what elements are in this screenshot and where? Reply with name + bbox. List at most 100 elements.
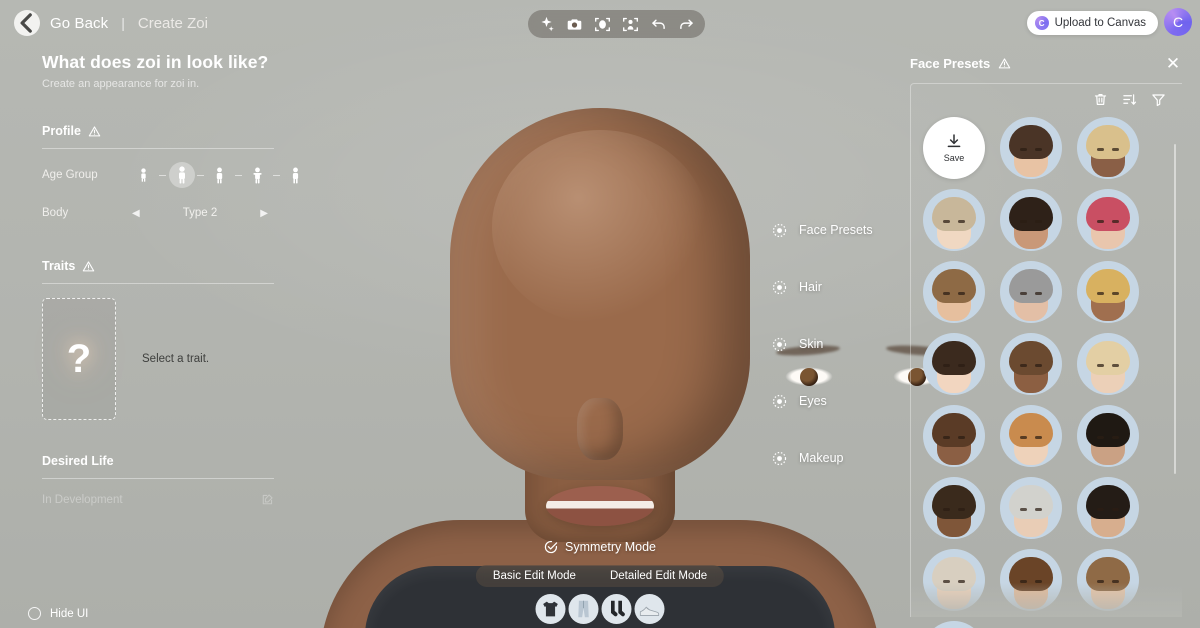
traits-divider xyxy=(42,283,274,284)
upload-to-canvas-button[interactable]: C Upload to Canvas xyxy=(1026,11,1158,35)
trash-icon[interactable] xyxy=(1093,92,1108,107)
face-preset-8[interactable] xyxy=(923,333,985,395)
face-preset-12[interactable] xyxy=(1000,405,1062,467)
face-preset-0[interactable] xyxy=(1000,117,1062,179)
preset-hair xyxy=(1009,557,1053,591)
preset-hair xyxy=(1009,341,1053,375)
edit-mode-tabs: Basic Edit Mode Detailed Edit Mode xyxy=(475,565,725,587)
preset-hair xyxy=(1086,197,1130,231)
desired-life-section: Desired Life In Development xyxy=(42,454,274,506)
face-presets-grid: Save xyxy=(923,117,1172,628)
filter-icon[interactable] xyxy=(1151,92,1166,107)
trait-slot-empty[interactable]: ? xyxy=(42,298,116,420)
age-option-0[interactable] xyxy=(128,163,159,187)
camera-icon[interactable] xyxy=(566,16,583,33)
category-item-face-presets[interactable]: Face Presets xyxy=(772,216,873,244)
face-preset-cell xyxy=(1000,261,1062,323)
face-preset-19[interactable] xyxy=(1077,549,1139,611)
face-preset-cell xyxy=(1077,549,1139,611)
preset-hair xyxy=(1009,125,1053,159)
age-group-label: Age Group xyxy=(42,169,98,181)
body-row: Body ◀ Type 2 ▶ xyxy=(42,201,272,225)
account-avatar[interactable]: C xyxy=(1164,8,1192,36)
undo-icon[interactable] xyxy=(650,16,667,33)
face-presets-scrollbar[interactable] xyxy=(1174,144,1176,474)
age-option-2[interactable] xyxy=(204,163,235,187)
wardrobe-socks-button[interactable] xyxy=(601,594,632,624)
category-item-hair[interactable]: Hair xyxy=(772,273,873,301)
category-label: Hair xyxy=(799,280,822,294)
face-preset-15[interactable] xyxy=(1000,477,1062,539)
character-mouth xyxy=(546,486,654,526)
preset-hair xyxy=(932,197,976,231)
category-item-skin[interactable]: Skin xyxy=(772,330,873,358)
wardrobe-top-button[interactable] xyxy=(535,594,566,624)
face-preset-6[interactable] xyxy=(1000,261,1062,323)
save-preset-button[interactable]: Save xyxy=(923,117,985,179)
create-zoi-label[interactable]: Create Zoi xyxy=(138,15,208,32)
edit-square-icon xyxy=(261,493,274,506)
age-option-3[interactable] xyxy=(242,163,273,187)
sparkle-icon[interactable] xyxy=(538,16,555,33)
go-back-label[interactable]: Go Back xyxy=(50,15,108,32)
body-focus-icon[interactable] xyxy=(622,16,639,33)
face-preset-3[interactable] xyxy=(1000,189,1062,251)
face-preset-cell xyxy=(1000,333,1062,395)
person-figure-icon xyxy=(252,167,263,184)
face-preset-14[interactable] xyxy=(923,477,985,539)
category-item-eyes[interactable]: Eyes xyxy=(772,387,873,415)
face-presets-toolbar xyxy=(923,92,1172,107)
face-preset-13[interactable] xyxy=(1077,405,1139,467)
preset-hair xyxy=(932,269,976,303)
age-option-4[interactable] xyxy=(280,163,311,187)
face-preset-10[interactable] xyxy=(1077,333,1139,395)
face-preset-cell xyxy=(1077,333,1139,395)
face-preset-2[interactable] xyxy=(923,189,985,251)
body-next-button[interactable]: ▶ xyxy=(256,206,272,221)
age-option-1[interactable] xyxy=(166,163,197,187)
tab-detailed-edit-mode[interactable]: Detailed Edit Mode xyxy=(593,565,724,587)
body-label: Body xyxy=(42,207,69,219)
face-preset-4[interactable] xyxy=(1077,189,1139,251)
face-preset-17[interactable] xyxy=(923,549,985,611)
face-preset-20[interactable] xyxy=(923,621,985,628)
sort-icon[interactable] xyxy=(1122,92,1137,107)
preset-hair xyxy=(1086,125,1130,159)
preset-hair xyxy=(1009,413,1053,447)
face-presets-panel: Face Presets ✕ Save xyxy=(888,0,1200,628)
back-button[interactable] xyxy=(14,10,40,36)
body-prev-button[interactable]: ◀ xyxy=(128,206,144,221)
face-preset-18[interactable] xyxy=(1000,549,1062,611)
preset-hair xyxy=(1086,413,1130,447)
trait-placeholder-glyph: ? xyxy=(66,336,92,381)
preset-hair xyxy=(1086,269,1130,303)
face-preset-9[interactable] xyxy=(1000,333,1062,395)
radio-dashed-icon xyxy=(772,223,787,238)
face-preset-cell xyxy=(923,621,985,628)
trait-selector: ? Select a trait. xyxy=(42,298,272,420)
pants-icon xyxy=(578,600,589,618)
hide-ui-button[interactable]: Hide UI xyxy=(28,607,88,620)
face-preset-cell xyxy=(1000,189,1062,251)
symmetry-mode-toggle[interactable]: Symmetry Mode xyxy=(544,540,656,554)
body-value: Type 2 xyxy=(182,207,218,219)
check-circle-icon xyxy=(544,540,558,554)
face-focus-icon[interactable] xyxy=(594,16,611,33)
face-preset-1[interactable] xyxy=(1077,117,1139,179)
preset-eyes xyxy=(943,436,965,439)
face-preset-cell xyxy=(923,477,985,539)
save-preset-label: Save xyxy=(943,153,965,163)
face-preset-5[interactable] xyxy=(923,261,985,323)
redo-icon[interactable] xyxy=(678,16,695,33)
close-icon[interactable]: ✕ xyxy=(1164,54,1182,72)
wardrobe-pants-button[interactable] xyxy=(568,594,599,624)
top-icon xyxy=(543,601,558,617)
face-preset-16[interactable] xyxy=(1077,477,1139,539)
face-preset-7[interactable] xyxy=(1077,261,1139,323)
face-preset-11[interactable] xyxy=(923,405,985,467)
category-item-makeup[interactable]: Makeup xyxy=(772,444,873,472)
wardrobe-shoes-button[interactable] xyxy=(634,594,665,624)
desired-life-status: In Development xyxy=(42,493,123,506)
face-preset-cell xyxy=(1077,261,1139,323)
tab-basic-edit-mode[interactable]: Basic Edit Mode xyxy=(476,565,593,587)
